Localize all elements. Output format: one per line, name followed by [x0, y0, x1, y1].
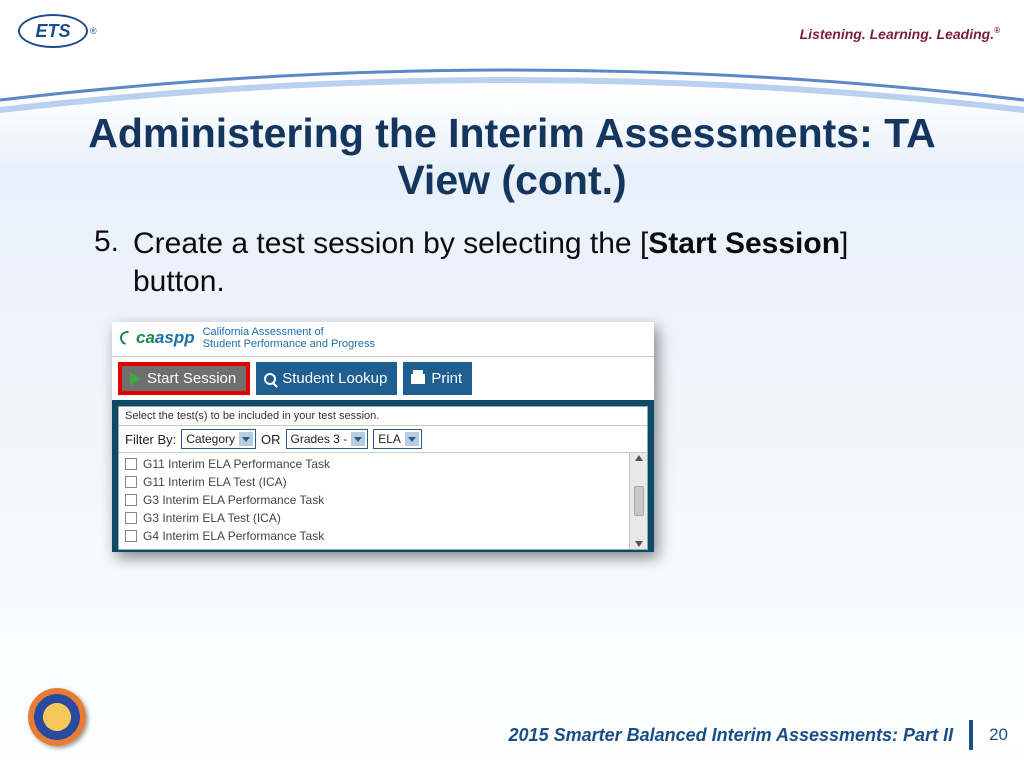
instruction-line: Create a test session by selecting the [… [133, 225, 945, 300]
scroll-down-icon[interactable] [635, 541, 643, 547]
app-header: caaspp California Assessment of Student … [112, 322, 654, 357]
tagline: Listening. Learning. Leading.® [800, 26, 1000, 42]
app-subtitle-line2: Student Performance and Progress [203, 338, 375, 350]
test-label: G11 Interim ELA Test (ICA) [143, 475, 287, 489]
category-select[interactable]: Category [181, 429, 256, 449]
grades-select[interactable]: Grades 3 - [286, 429, 369, 449]
print-button[interactable]: Print [403, 362, 472, 395]
student-lookup-button[interactable]: Student Lookup [256, 362, 397, 395]
body-text: 5. Create a test session by selecting th… [85, 225, 945, 300]
filter-or: OR [261, 432, 281, 447]
checkbox[interactable] [125, 458, 137, 470]
print-label: Print [431, 370, 462, 387]
tagline-text: Listening. Learning. Leading. [800, 26, 994, 42]
test-list-wrap: G11 Interim ELA Performance Task G11 Int… [119, 453, 647, 549]
footer: 2015 Smarter Balanced Interim Assessment… [509, 720, 1024, 750]
test-selection-panel: Select the test(s) to be included in you… [112, 400, 654, 552]
checkbox[interactable] [125, 512, 137, 524]
logo-aspp: aspp [155, 328, 195, 347]
chevron-down-icon [351, 432, 365, 446]
test-row[interactable]: G3 Interim ELA Test (ICA) [125, 509, 623, 527]
print-icon [411, 374, 425, 384]
panel-instruction: Select the test(s) to be included in you… [119, 407, 647, 426]
test-label: G11 Interim ELA Performance Task [143, 457, 330, 471]
checkbox[interactable] [125, 476, 137, 488]
student-lookup-label: Student Lookup [282, 370, 387, 387]
test-row[interactable]: G11 Interim ELA Performance Task [125, 455, 623, 473]
start-session-button[interactable]: Start Session [122, 366, 246, 391]
checkbox[interactable] [125, 494, 137, 506]
footer-title: 2015 Smarter Balanced Interim Assessment… [509, 725, 970, 746]
filter-row: Filter By: Category OR Grades 3 - ELA [119, 426, 647, 453]
start-session-highlight: Start Session [118, 362, 250, 395]
subject-select[interactable]: ELA [373, 429, 422, 449]
chevron-down-icon [239, 432, 253, 446]
scrollbar[interactable] [629, 453, 647, 549]
test-row[interactable]: G4 Interim ELA Performance Task [125, 527, 623, 545]
caaspp-logo: caaspp [120, 328, 195, 348]
list-number: 5. [85, 225, 119, 300]
filter-label: Filter By: [125, 432, 176, 447]
embedded-app-screenshot: caaspp California Assessment of Student … [112, 322, 654, 552]
chevron-down-icon [405, 432, 419, 446]
toolbar: Start Session Student Lookup Print [112, 357, 654, 400]
start-session-label: Start Session [147, 370, 236, 387]
logo-ca: ca [136, 328, 155, 347]
grades-select-value: Grades 3 - [291, 432, 348, 446]
instruction-pre: Create a test session by selecting the [ [133, 227, 648, 260]
category-select-value: Category [186, 432, 235, 446]
test-list: G11 Interim ELA Performance Task G11 Int… [119, 453, 629, 549]
registered-mark: ® [90, 26, 97, 36]
ets-logo-text: ETS [18, 14, 88, 48]
instruction-bold: Start Session [648, 227, 840, 260]
subject-select-value: ELA [378, 432, 401, 446]
app-subtitle: California Assessment of Student Perform… [203, 326, 375, 350]
search-icon [264, 373, 276, 385]
test-label: G3 Interim ELA Performance Task [143, 493, 324, 507]
test-label: G3 Interim ELA Test (ICA) [143, 511, 281, 525]
panel-inner: Select the test(s) to be included in you… [118, 406, 648, 550]
test-row[interactable]: G11 Interim ELA Test (ICA) [125, 473, 623, 491]
app-subtitle-line1: California Assessment of [203, 326, 375, 338]
checkbox[interactable] [125, 530, 137, 542]
slide-title: Administering the Interim Assessments: T… [0, 110, 1024, 204]
california-seal [28, 688, 86, 746]
test-row[interactable]: G3 Interim ELA Performance Task [125, 491, 623, 509]
page-number: 20 [969, 720, 1024, 750]
ets-logo: ETS ® [18, 14, 97, 48]
play-icon [130, 372, 141, 386]
slide: ETS ® Listening. Learning. Leading.® Adm… [0, 0, 1024, 768]
scroll-thumb[interactable] [634, 486, 644, 516]
test-label: G4 Interim ELA Performance Task [143, 529, 324, 543]
scroll-up-icon[interactable] [635, 455, 643, 461]
